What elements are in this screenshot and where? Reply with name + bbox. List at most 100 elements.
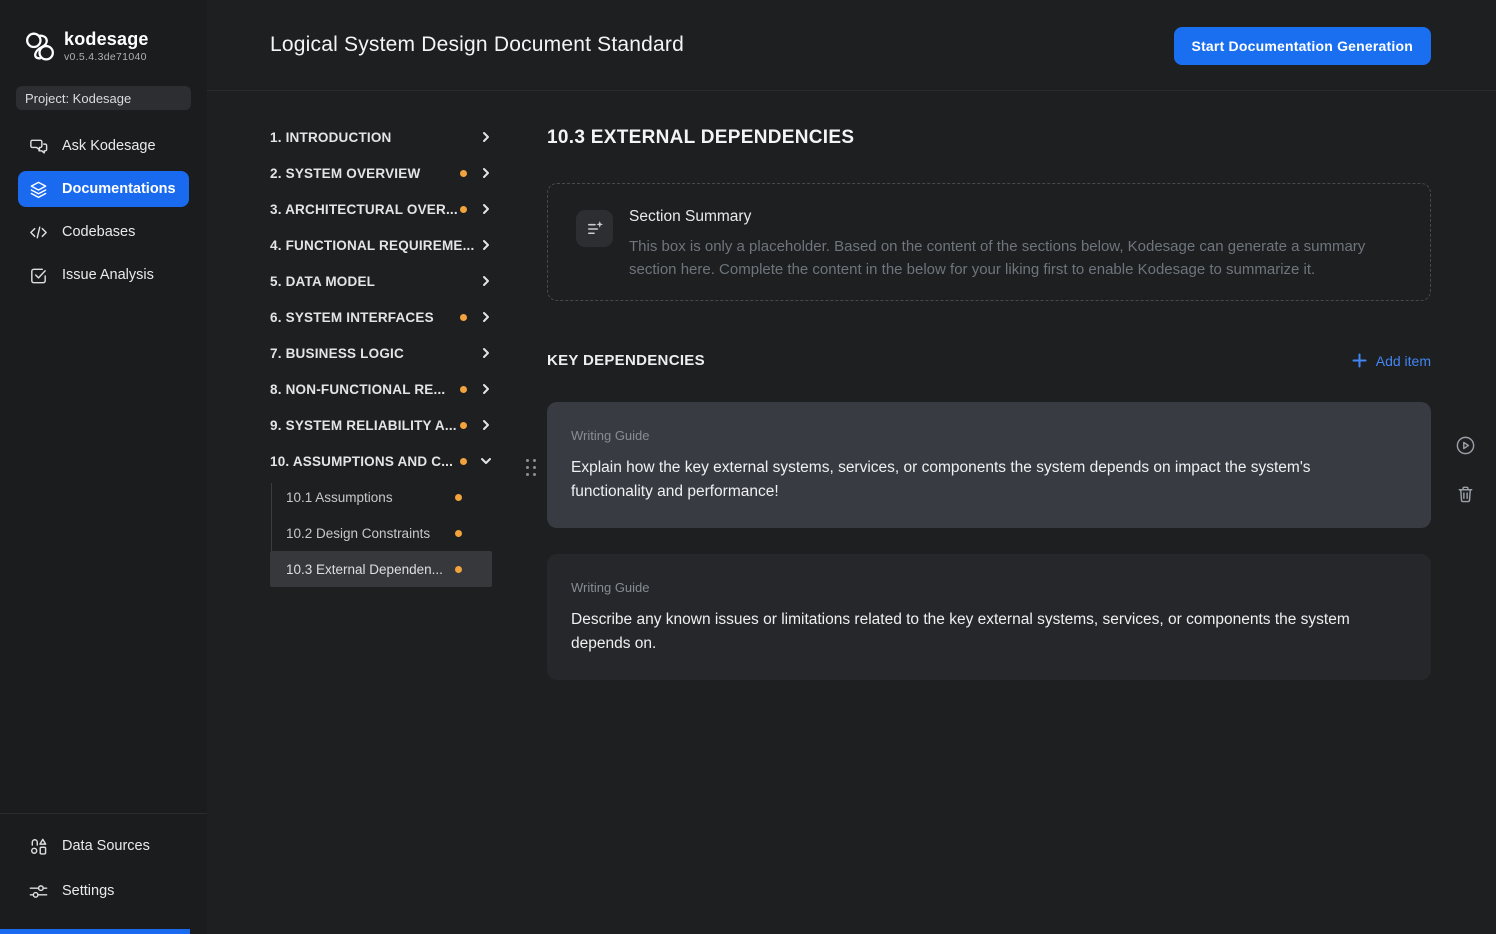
toc-item-system-reliability[interactable]: 9. SYSTEM RELIABILITY A... bbox=[270, 407, 492, 443]
sidebar: kodesage v0.5.4.3de71040 Project: Kodesa… bbox=[0, 0, 207, 934]
toc-item-non-functional-requirements[interactable]: 8. NON-FUNCTIONAL RE... bbox=[270, 371, 492, 407]
toc-item-label: 8. NON-FUNCTIONAL RE... bbox=[270, 382, 445, 397]
status-dot bbox=[455, 494, 462, 501]
status-dot bbox=[460, 314, 467, 321]
page-header: Logical System Design Document Standard … bbox=[207, 0, 1496, 91]
shapes-icon bbox=[28, 836, 49, 857]
layers-icon bbox=[28, 179, 49, 200]
logo-text: kodesage v0.5.4.3de71040 bbox=[64, 28, 149, 63]
chevron-right-icon bbox=[480, 203, 492, 215]
sidebar-item-label: Codebases bbox=[62, 224, 135, 240]
status-dot bbox=[460, 386, 467, 393]
chevron-right-icon bbox=[480, 131, 492, 143]
sidebar-item-documentations[interactable]: Documentations bbox=[18, 171, 189, 207]
writing-guide-label: Writing Guide bbox=[571, 580, 1403, 595]
status-dot bbox=[460, 458, 467, 465]
toc-item-label: 5. DATA MODEL bbox=[270, 274, 375, 289]
start-documentation-generation-button[interactable]: Start Documentation Generation bbox=[1174, 27, 1431, 65]
delete-button[interactable] bbox=[1453, 482, 1477, 506]
sliders-icon bbox=[28, 881, 49, 902]
status-dot bbox=[455, 530, 462, 537]
sidebar-scrollbar[interactable] bbox=[0, 929, 190, 934]
status-dot bbox=[460, 422, 467, 429]
toc-item-label: 3. ARCHITECTURAL OVER... bbox=[270, 202, 458, 217]
sidebar-item-data-sources[interactable]: Data Sources bbox=[18, 828, 189, 864]
toc-subitem-label: 10.3 External Dependen... bbox=[286, 562, 443, 577]
add-item-label: Add item bbox=[1376, 353, 1431, 369]
toc-item-data-model[interactable]: 5. DATA MODEL bbox=[270, 263, 492, 299]
toc-item-label: 4. FUNCTIONAL REQUIREME... bbox=[270, 238, 474, 253]
document-toc: 1. INTRODUCTION 2. SYSTEM OVERVIEW 3. AR… bbox=[270, 119, 492, 587]
toc-subitem-external-dependencies[interactable]: 10.3 External Dependen... bbox=[270, 551, 492, 587]
toc-item-architectural-overview[interactable]: 3. ARCHITECTURAL OVER... bbox=[270, 191, 492, 227]
key-dependencies-title: KEY DEPENDENCIES bbox=[547, 352, 705, 369]
status-dot bbox=[460, 170, 467, 177]
summary-body: This box is only a placeholder. Based on… bbox=[629, 235, 1400, 281]
toc-item-system-overview[interactable]: 2. SYSTEM OVERVIEW bbox=[270, 155, 492, 191]
sidebar-item-label: Issue Analysis bbox=[62, 267, 154, 283]
chevron-down-icon bbox=[480, 455, 492, 467]
writing-guide-text[interactable]: Explain how the key external systems, se… bbox=[571, 456, 1371, 504]
writing-guide-label: Writing Guide bbox=[571, 428, 1403, 443]
sidebar-item-label: Documentations bbox=[62, 181, 176, 197]
toc-subitem-label: 10.2 Design Constraints bbox=[286, 526, 430, 541]
summary-title: Section Summary bbox=[629, 208, 1400, 226]
project-selector[interactable]: Project: Kodesage bbox=[16, 86, 191, 110]
app-name: kodesage bbox=[64, 28, 149, 50]
summary-texts: Section Summary This box is only a place… bbox=[629, 208, 1400, 300]
chevron-right-icon bbox=[480, 275, 492, 287]
sidebar-item-issue-analysis[interactable]: Issue Analysis bbox=[18, 257, 189, 293]
drag-handle[interactable] bbox=[523, 457, 539, 479]
toc-sublist: 10.1 Assumptions 10.2 Design Constraints… bbox=[270, 479, 492, 587]
check-square-icon bbox=[28, 265, 49, 286]
toc-item-system-interfaces[interactable]: 6. SYSTEM INTERFACES bbox=[270, 299, 492, 335]
code-icon bbox=[28, 222, 49, 243]
summary-icon-container bbox=[576, 210, 613, 247]
chat-icon bbox=[28, 136, 49, 157]
chevron-right-icon bbox=[480, 239, 492, 251]
toc-subitem-label: 10.1 Assumptions bbox=[286, 490, 393, 505]
chevron-right-icon bbox=[480, 419, 492, 431]
section-summary-placeholder: Section Summary This box is only a place… bbox=[547, 183, 1431, 301]
card-action-buttons bbox=[1452, 433, 1478, 506]
dependency-card-1[interactable]: Writing Guide Explain how the key extern… bbox=[547, 402, 1431, 528]
sidebar-footer: Data Sources Settings bbox=[0, 813, 207, 918]
toc-item-functional-requirements[interactable]: 4. FUNCTIONAL REQUIREME... bbox=[270, 227, 492, 263]
sidebar-nav: Ask Kodesage Documentations Codebases bbox=[0, 128, 207, 293]
page-title: Logical System Design Document Standard bbox=[270, 33, 684, 57]
chevron-right-icon bbox=[480, 167, 492, 179]
toc-item-introduction[interactable]: 1. INTRODUCTION bbox=[270, 119, 492, 155]
trash-icon bbox=[1455, 484, 1476, 505]
toc-item-label: 7. BUSINESS LOGIC bbox=[270, 346, 404, 361]
status-dot bbox=[460, 206, 467, 213]
toc-subitem-design-constraints[interactable]: 10.2 Design Constraints bbox=[270, 515, 492, 551]
toc-item-label: 2. SYSTEM OVERVIEW bbox=[270, 166, 420, 181]
add-item-button[interactable]: Add item bbox=[1352, 353, 1431, 369]
dependency-card-2[interactable]: Writing Guide Describe any known issues … bbox=[547, 554, 1431, 680]
sidebar-item-codebases[interactable]: Codebases bbox=[18, 214, 189, 250]
kodesage-logo-icon bbox=[20, 28, 60, 66]
app-version: v0.5.4.3de71040 bbox=[64, 51, 149, 63]
toc-item-label: 9. SYSTEM RELIABILITY A... bbox=[270, 418, 457, 433]
chevron-right-icon bbox=[480, 311, 492, 323]
sidebar-item-settings[interactable]: Settings bbox=[18, 873, 189, 909]
toc-item-assumptions-and-constraints[interactable]: 10. ASSUMPTIONS AND C... bbox=[270, 443, 492, 479]
sidebar-item-label: Settings bbox=[62, 883, 114, 899]
writing-guide-text[interactable]: Describe any known issues or limitations… bbox=[571, 608, 1371, 656]
toc-subitem-assumptions[interactable]: 10.1 Assumptions bbox=[270, 479, 492, 515]
main-content: 10.3 EXTERNAL DEPENDENCIES Section Summa… bbox=[547, 119, 1431, 680]
key-dependencies-header: KEY DEPENDENCIES Add item bbox=[547, 352, 1431, 369]
sidebar-item-label: Ask Kodesage bbox=[62, 138, 156, 154]
chevron-right-icon bbox=[480, 383, 492, 395]
generate-play-button[interactable] bbox=[1453, 433, 1477, 457]
toc-item-label: 6. SYSTEM INTERFACES bbox=[270, 310, 434, 325]
toc-item-label: 10. ASSUMPTIONS AND C... bbox=[270, 454, 453, 469]
summarize-sparkle-icon bbox=[584, 218, 605, 239]
sidebar-item-ask-kodesage[interactable]: Ask Kodesage bbox=[18, 128, 189, 164]
plus-icon bbox=[1352, 353, 1367, 368]
section-title: 10.3 EXTERNAL DEPENDENCIES bbox=[547, 127, 1431, 149]
status-dot bbox=[455, 566, 462, 573]
play-circle-icon bbox=[1455, 435, 1476, 456]
chevron-right-icon bbox=[480, 347, 492, 359]
toc-item-business-logic[interactable]: 7. BUSINESS LOGIC bbox=[270, 335, 492, 371]
